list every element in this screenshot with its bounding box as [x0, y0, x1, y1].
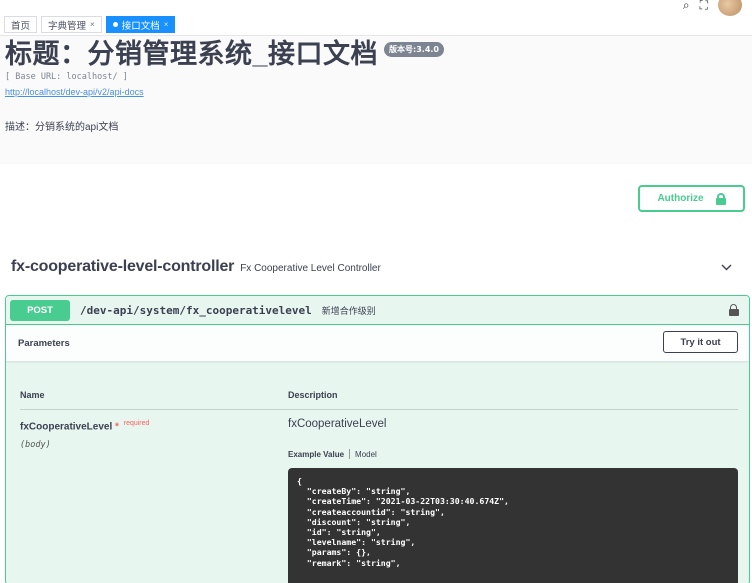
- operation-block-post: POST /dev-api/system/fx_cooperativelevel…: [5, 295, 750, 583]
- controller-name: fx-cooperative-level-controller: [11, 258, 235, 275]
- api-info-section: 标题：分销管理系统_接口文档 版本号:3.4.0 [ Base URL: loc…: [0, 36, 752, 164]
- version-badge: 版本号:3.4.0: [384, 42, 444, 57]
- column-description: Description: [288, 390, 338, 400]
- try-it-out-button[interactable]: Try it out: [663, 331, 738, 353]
- example-tabs: Example Value Model: [288, 449, 377, 459]
- tab-home[interactable]: 首页: [4, 16, 38, 33]
- tags-view-bar: 首页 字典管理 × 接口文档 ×: [0, 16, 752, 36]
- avatar[interactable]: [718, 0, 742, 16]
- required-star: *: [115, 421, 119, 433]
- authorize-label: Authorize: [657, 193, 704, 204]
- page-title: 标题：分销管理系统_接口文档: [5, 39, 379, 69]
- parameter-description: fxCooperativeLevel: [288, 418, 387, 430]
- parameter-name: fxCooperativeLevel * required: [20, 420, 149, 432]
- operation-summary[interactable]: POST /dev-api/system/fx_cooperativelevel…: [6, 296, 749, 325]
- parameters-title: Parameters: [18, 337, 70, 349]
- active-dot-icon: [112, 22, 118, 27]
- chevron-down-icon[interactable]: [721, 264, 732, 271]
- operation-summary-text: 新增合作级别: [321, 305, 376, 316]
- required-label: required: [123, 420, 150, 427]
- column-name: Name: [20, 390, 45, 400]
- navbar-right-tools: ⌕ ⛶: [683, 0, 742, 16]
- scheme-container: Authorize: [0, 164, 752, 228]
- api-description: 描述：分销系统的api文档: [5, 122, 119, 133]
- controller-section: fx-cooperative-level-controller Fx Coope…: [0, 228, 752, 583]
- controller-header[interactable]: fx-cooperative-level-controller Fx Coope…: [11, 258, 741, 276]
- api-docs-link[interactable]: http://localhost/dev-api/v2/api-docs: [5, 87, 144, 97]
- top-navbar: ⌕ ⛶: [0, 0, 752, 16]
- close-icon[interactable]: ×: [164, 20, 169, 29]
- parameters-header: Parameters Try it out: [6, 325, 749, 361]
- base-url: [ Base URL: localhost/ ]: [5, 72, 128, 82]
- operation-path: /dev-api/system/fx_cooperativelevel: [80, 303, 312, 317]
- unlocked-lock-icon: [715, 192, 726, 205]
- close-icon[interactable]: ×: [90, 20, 95, 29]
- search-icon[interactable]: ⌕: [683, 0, 690, 13]
- example-value-code[interactable]: { "createBy": "string", "createTime": "2…: [288, 468, 738, 583]
- tab-separator: [349, 449, 351, 459]
- tab-label: 首页: [11, 20, 31, 32]
- controller-description: Fx Cooperative Level Controller: [240, 262, 381, 274]
- tab-api-docs[interactable]: 接口文档 ×: [105, 16, 176, 33]
- http-method-badge: POST: [10, 299, 70, 321]
- parameter-location: (body): [20, 440, 51, 450]
- example-json: { "createBy": "string", "createTime": "2…: [297, 476, 509, 568]
- tab-example-value[interactable]: Example Value: [288, 450, 344, 459]
- tab-label: 字典管理: [48, 20, 87, 32]
- fullscreen-icon[interactable]: ⛶: [700, 0, 708, 13]
- lock-icon[interactable]: [729, 304, 739, 316]
- parameter-name-text: fxCooperativeLevel: [20, 421, 113, 433]
- parameters-table-header: Name Description: [20, 390, 738, 410]
- tab-dict-management[interactable]: 字典管理 ×: [41, 16, 102, 33]
- tab-label: 接口文档: [121, 20, 160, 32]
- tab-model[interactable]: Model: [355, 450, 377, 459]
- authorize-button[interactable]: Authorize: [638, 185, 745, 212]
